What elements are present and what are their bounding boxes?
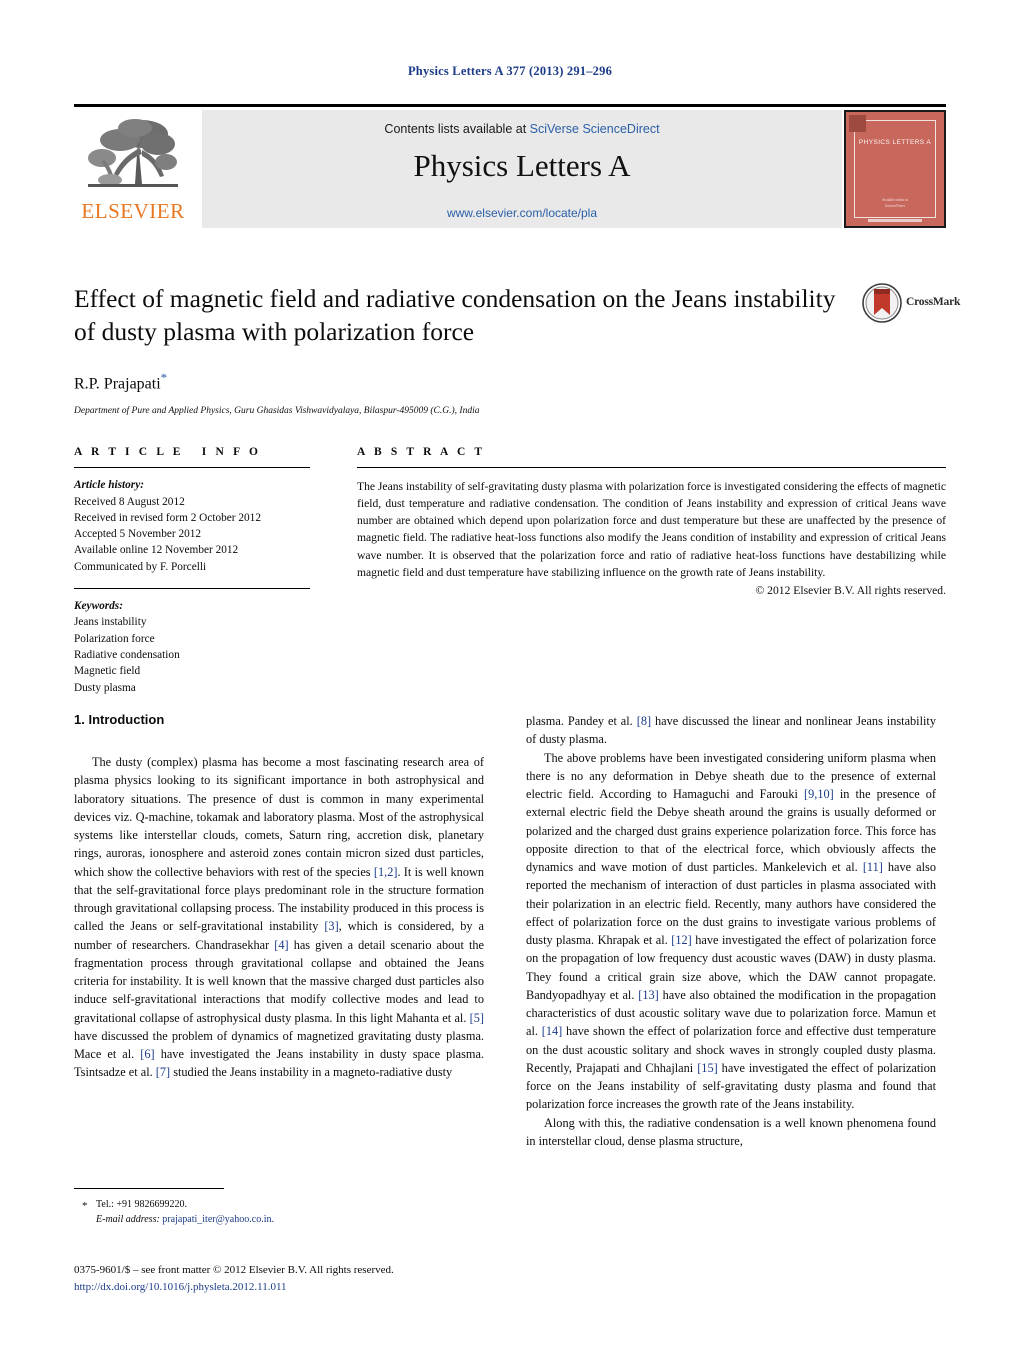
- crossmark-badge[interactable]: CrossMark: [862, 283, 960, 325]
- footnote-area: * Tel.: +91 9826699220. E-mail address: …: [74, 1188, 484, 1227]
- contents-available-line: Contents lists available at SciVerse Sci…: [202, 122, 842, 136]
- keywords-group: Keywords: Jeans instability Polarization…: [74, 598, 310, 696]
- contents-prefix: Contents lists available at: [384, 122, 530, 136]
- article-history-group: Article history: Received 8 August 2012 …: [74, 477, 310, 575]
- article-info-column: A R T I C L E I N F O Article history: R…: [74, 446, 310, 696]
- elsevier-tree-icon: [88, 119, 178, 187]
- citation-reference[interactable]: [15]: [697, 1061, 718, 1075]
- keyword-item: Dusty plasma: [74, 681, 136, 694]
- body-paragraph: Along with this, the radiative condensat…: [526, 1115, 936, 1148]
- article-info-rule: [74, 467, 310, 469]
- abstract-text: The Jeans instability of self-gravitatin…: [357, 480, 946, 579]
- keyword-item: Magnetic field: [74, 665, 141, 678]
- doi-link[interactable]: http://dx.doi.org/10.1016/j.physleta.201…: [74, 1279, 574, 1296]
- citation-reference[interactable]: [11]: [863, 860, 883, 874]
- history-item: Available online 12 November 2012: [74, 544, 239, 557]
- citation-reference[interactable]: [8]: [637, 714, 651, 728]
- journal-masthead: ELSEVIER Contents lists available at Sci…: [74, 104, 946, 228]
- cover-badge-icon: [849, 115, 866, 132]
- page-title: Effect of magnetic field and radiative c…: [74, 284, 836, 347]
- abstract-copyright: © 2012 Elsevier B.V. All rights reserved…: [755, 583, 946, 597]
- abstract-heading: A B S T R A C T: [357, 446, 486, 458]
- body-paragraph: The dusty (complex) plasma has become a …: [74, 755, 485, 1080]
- footnote-rule: [74, 1188, 224, 1189]
- footnote-tel: * Tel.: +91 9826699220.: [74, 1197, 484, 1212]
- footnote-email-label: E-mail address:: [96, 1214, 160, 1225]
- article-info-heading: A R T I C L E I N F O: [74, 446, 262, 458]
- citation-reference[interactable]: [5]: [470, 1011, 484, 1025]
- crossmark-label: CrossMark: [906, 296, 961, 308]
- abstract-rule: [357, 467, 946, 469]
- body-column-right: plasma. Pandey et al. [8] have discussed…: [526, 712, 936, 1150]
- cover-footer-text: Avalable online at ScienceDirect: [846, 198, 944, 209]
- footnote-email-link[interactable]: prajapati_iter@yahoo.co.in.: [162, 1214, 274, 1225]
- elsevier-wordmark: ELSEVIER: [81, 199, 185, 223]
- cover-title: PHYSICS LETTERS A: [858, 139, 932, 146]
- keyword-item: Jeans instability: [74, 616, 147, 629]
- elsevier-logo: ELSEVIER: [74, 110, 192, 228]
- masthead-center-panel: Contents lists available at SciVerse Sci…: [202, 110, 842, 228]
- journal-cover-thumbnail[interactable]: PHYSICS LETTERS A Avalable online at Sci…: [844, 110, 946, 228]
- citation-reference[interactable]: [6]: [140, 1047, 154, 1061]
- sciencedirect-link[interactable]: SciVerse ScienceDirect: [530, 122, 660, 136]
- keywords-rule: [74, 587, 310, 590]
- issn-line: 0375-9601/$ – see front matter © 2012 El…: [74, 1264, 394, 1276]
- history-item: Received in revised form 2 October 2012: [74, 511, 261, 524]
- author-footnote-marker[interactable]: *: [161, 370, 168, 385]
- author-line: R.P. Prajapati*: [74, 370, 844, 393]
- running-head: Physics Letters A 377 (2013) 291–296: [407, 64, 613, 78]
- keyword-item: Radiative condensation: [74, 648, 180, 661]
- history-item: Communicated by F. Porcelli: [74, 560, 207, 573]
- body-columns: 1. Introduction The dusty (complex) plas…: [74, 712, 946, 1192]
- citation-reference[interactable]: [14]: [542, 1024, 563, 1038]
- article-history-label: Article history:: [74, 479, 144, 492]
- abstract-column: A B S T R A C T The Jeans instability of…: [357, 446, 946, 597]
- author-name: R.P. Prajapati: [74, 375, 161, 393]
- history-item: Received 8 August 2012: [74, 495, 185, 508]
- citation-reference[interactable]: [4]: [274, 938, 288, 952]
- footnote-email: E-mail address: prajapati_iter@yahoo.co.…: [74, 1212, 484, 1227]
- issn-footer: 0375-9601/$ – see front matter © 2012 El…: [74, 1262, 574, 1296]
- crossmark-icon: [862, 283, 902, 323]
- history-item: Accepted 5 November 2012: [74, 528, 202, 541]
- journal-url-link[interactable]: www.elsevier.com/locate/pla: [202, 206, 842, 220]
- cover-bottom-strip: [867, 219, 923, 222]
- keywords-label: Keywords:: [74, 600, 123, 613]
- title-block: Effect of magnetic field and radiative c…: [74, 282, 844, 416]
- author-affiliation: Department of Pure and Applied Physics, …: [74, 405, 480, 416]
- cover-footer-line2: ScienceDirect: [884, 203, 906, 208]
- citation-reference[interactable]: [1,2]: [374, 865, 398, 879]
- body-paragraph: The above problems have been investigate…: [526, 750, 936, 1112]
- citation-reference[interactable]: [3]: [324, 919, 338, 933]
- masthead-top-rule: [74, 104, 946, 107]
- citation-reference[interactable]: [13]: [638, 988, 659, 1002]
- keywords-block: Keywords: Jeans instability Polarization…: [74, 587, 310, 696]
- keyword-item: Polarization force: [74, 632, 155, 645]
- citation-reference[interactable]: [7]: [156, 1065, 170, 1079]
- citation-reference[interactable]: [9,10]: [804, 787, 834, 801]
- body-paragraph: plasma. Pandey et al. [8] have discussed…: [526, 714, 936, 747]
- section-heading-introduction: 1. Introduction: [74, 712, 165, 727]
- journal-name: Physics Letters A: [413, 148, 631, 183]
- citation-reference[interactable]: [12]: [671, 933, 692, 947]
- body-column-left: 1. Introduction The dusty (complex) plas…: [74, 712, 484, 1082]
- footnote-tel-text: Tel.: +91 9826699220.: [96, 1199, 188, 1210]
- paper-page: Physics Letters A 377 (2013) 291–296 ELS…: [0, 0, 1020, 1351]
